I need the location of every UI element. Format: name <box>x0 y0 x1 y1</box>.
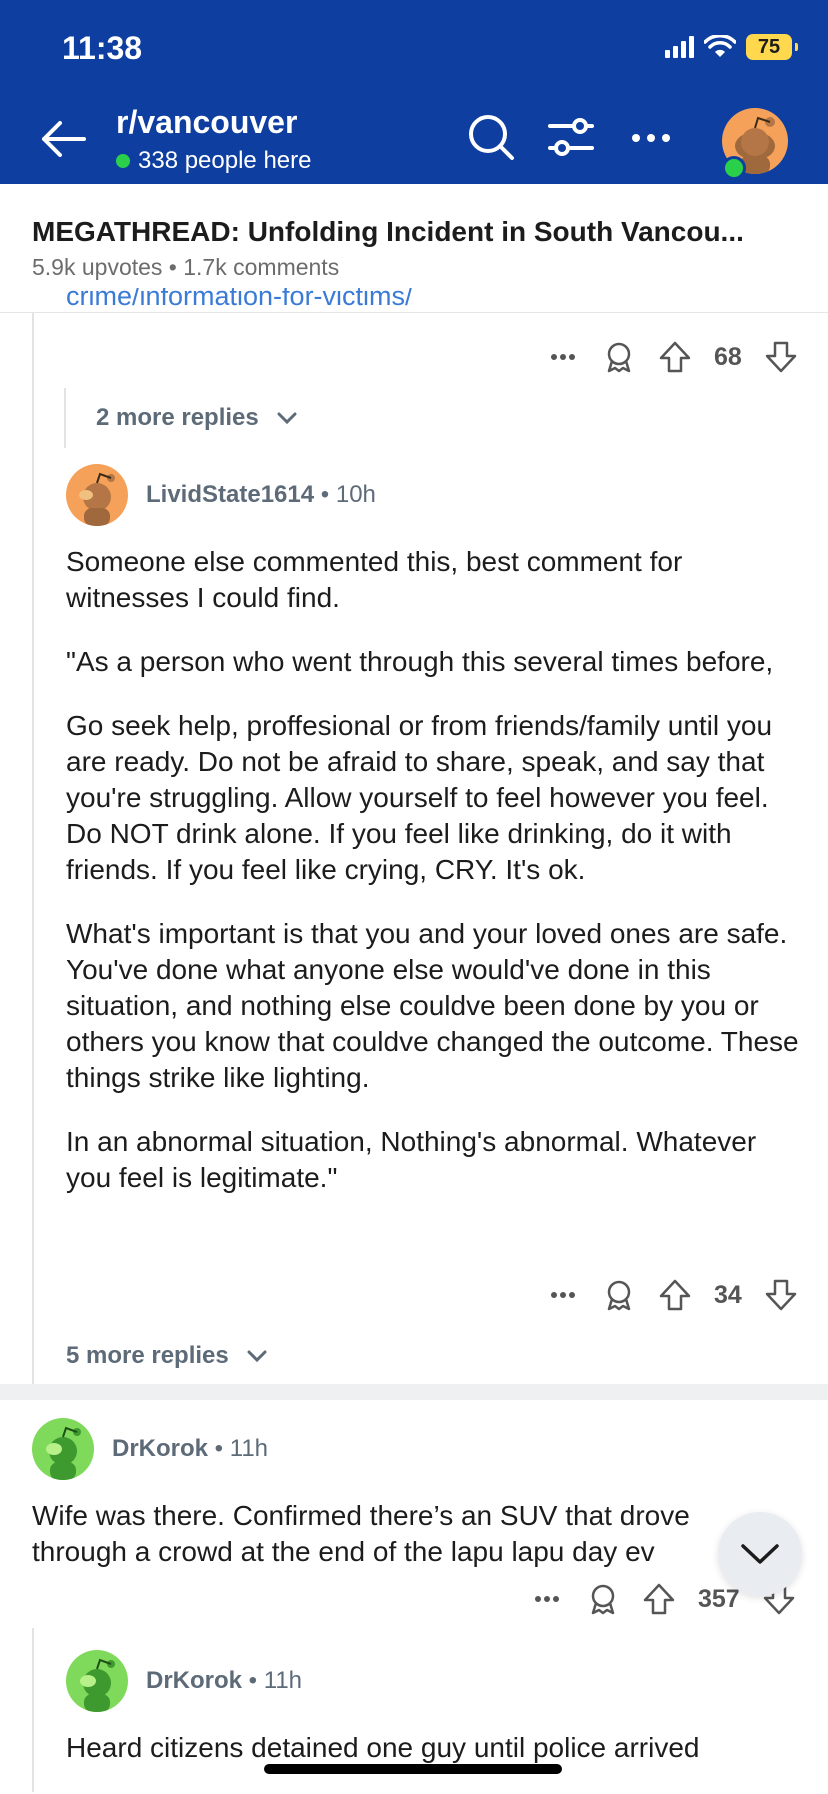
upvote-icon[interactable] <box>658 1278 692 1312</box>
truncated-link[interactable]: crime/information-for-victims/ <box>66 288 413 308</box>
snoo-avatar-icon <box>79 472 115 526</box>
thread-line <box>32 313 34 1384</box>
comment-body: Heard citizens detained one guy until po… <box>66 1730 806 1794</box>
home-indicator <box>264 1764 562 1774</box>
username[interactable]: DrKorok • 11h <box>146 1667 302 1695</box>
avatar[interactable] <box>32 1418 94 1480</box>
thread-line <box>64 388 66 448</box>
post-meta: 5.9k upvotes • 1.7k comments <box>32 254 340 280</box>
snoo-avatar-icon <box>46 1426 81 1480</box>
search-icon[interactable] <box>466 112 516 162</box>
downvote-icon[interactable] <box>764 1278 798 1312</box>
chevron-down-icon <box>741 1544 779 1564</box>
comment-actions: 34 <box>546 1278 798 1312</box>
comment-paragraph: "As a person who went through this sever… <box>66 646 774 677</box>
more-replies-label: 5 more replies <box>66 1342 229 1369</box>
vote-count: 68 <box>714 342 742 371</box>
upvote-icon[interactable] <box>658 340 692 374</box>
app-header: 11:38 75 r/vancouver 338 people here <box>0 0 828 184</box>
status-icons: 75 <box>665 34 798 60</box>
cellular-signal-icon <box>665 36 694 58</box>
award-icon[interactable] <box>602 340 636 374</box>
upvote-icon[interactable] <box>642 1582 676 1616</box>
online-dot-icon <box>116 154 130 168</box>
comment-header: DrKorok • 11h <box>32 1418 268 1480</box>
downvote-icon[interactable] <box>764 340 798 374</box>
more-options-icon[interactable] <box>530 1582 564 1616</box>
comment-paragraph: In an abnormal situation, Nothing's abno… <box>66 1126 757 1193</box>
award-icon[interactable] <box>586 1582 620 1616</box>
section-divider <box>0 1384 828 1400</box>
online-count-label: 338 people here <box>138 147 312 174</box>
comment-paragraph: Heard citizens detained one guy until po… <box>66 1732 700 1763</box>
more-options-icon[interactable] <box>546 340 580 374</box>
online-count: 338 people here <box>116 147 311 175</box>
comment-body: Someone else commented this, best commen… <box>66 544 806 1224</box>
more-replies-button[interactable]: 5 more replies <box>66 1342 267 1370</box>
comment-paragraph: What's important is that you and your lo… <box>66 918 799 1093</box>
more-options-icon[interactable] <box>546 1278 580 1312</box>
filter-icon[interactable] <box>546 112 596 162</box>
comment-paragraph: Go seek help, proffesional or from frien… <box>66 710 773 885</box>
chevron-down-icon <box>247 1350 267 1363</box>
battery-indicator: 75 <box>746 34 798 60</box>
status-time: 11:38 <box>62 30 143 66</box>
back-arrow-icon[interactable] <box>38 118 88 160</box>
wifi-icon <box>704 35 736 57</box>
chevron-down-icon <box>277 412 297 425</box>
snoo-avatar-icon <box>80 1658 115 1712</box>
comment-actions: 68 <box>546 340 798 374</box>
vote-count: 357 <box>698 1584 740 1613</box>
more-replies-label: 2 more replies <box>96 404 259 431</box>
subreddit-name[interactable]: r/vancouver <box>116 104 297 141</box>
next-comment-button[interactable] <box>718 1512 802 1596</box>
comment-paragraph: Wife was there. Confirmed there’s an SUV… <box>32 1500 690 1567</box>
vote-count: 34 <box>714 1280 742 1309</box>
avatar[interactable] <box>66 1650 128 1712</box>
username[interactable]: DrKorok • 11h <box>112 1435 268 1463</box>
post-title[interactable]: MEGATHREAD: Unfolding Incident in South … <box>32 216 744 248</box>
online-status-dot <box>722 156 746 180</box>
comment-header: LividState1614 • 10h <box>66 464 376 526</box>
comment-paragraph: Someone else commented this, best commen… <box>66 546 683 613</box>
award-icon[interactable] <box>602 1278 636 1312</box>
username[interactable]: LividState1614 • 10h <box>146 481 376 509</box>
thread-line <box>32 1628 34 1792</box>
avatar[interactable] <box>66 464 128 526</box>
more-replies-button[interactable]: 2 more replies <box>96 404 297 432</box>
more-icon[interactable] <box>626 112 676 162</box>
comment-header: DrKorok • 11h <box>66 1650 302 1712</box>
